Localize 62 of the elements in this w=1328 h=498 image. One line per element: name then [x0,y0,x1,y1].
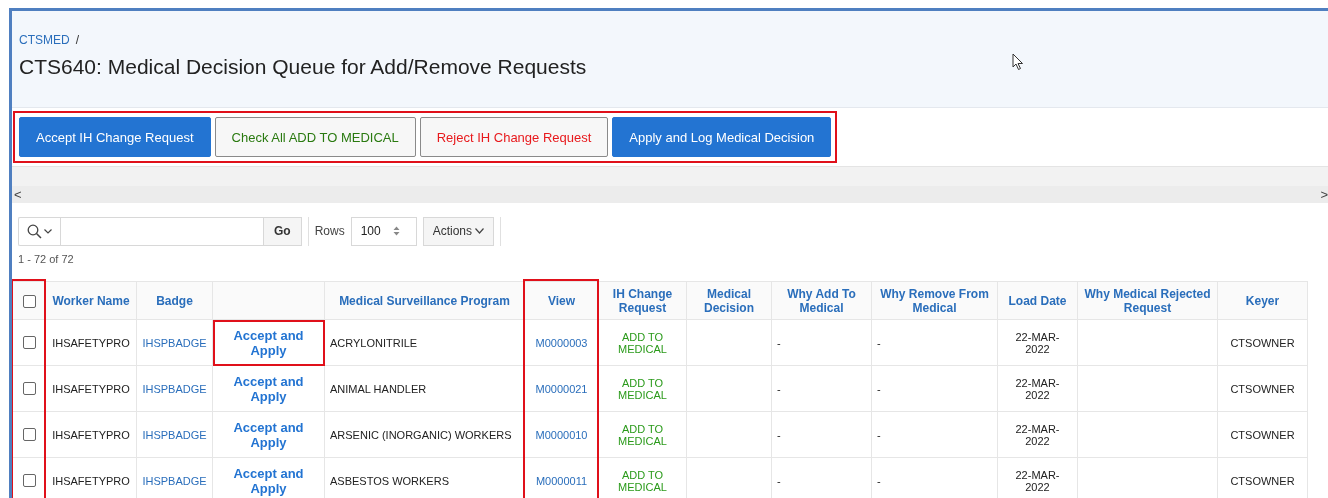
action-button[interactable]: Check All ADD TO MEDICAL [214,117,416,157]
date-text: 22-MAR-2022 [1014,376,1061,401]
status-text: ADD TO MEDICAL [617,468,668,493]
table-cell-text: - [877,336,881,349]
action-button[interactable]: Apply and Log Medical Decision [612,117,832,157]
chevron-down-icon [475,228,485,234]
scroll-right-arrow[interactable]: > [1320,186,1328,203]
mouse-cursor-icon [1012,53,1024,71]
status-text: ADD TO MEDICAL [617,422,668,447]
date-text: 22-MAR-2022 [1014,330,1061,355]
table-cell-text: CTSOWNER [1230,474,1295,487]
search-menu-button[interactable] [18,216,60,246]
date-text: 22-MAR-2022 [1014,468,1061,493]
action-button[interactable]: Reject IH Change Request [419,117,609,157]
rows-select[interactable]: 100 [350,216,417,246]
table-link[interactable]: M0000003 [535,336,588,349]
spinner-arrows-icon [392,226,400,236]
status-text: ADD TO MEDICAL [617,376,668,401]
table-cell-text: ASBESTOS WORKERS [330,474,449,487]
page-title: CTS640: Medical Decision Queue for Add/Remove Requests [19,55,587,79]
breadcrumb-separator: / [75,33,79,47]
actions-menu-button[interactable]: Actions [422,216,495,246]
scroll-left-arrow[interactable]: < [14,186,22,203]
table-link[interactable]: M0000021 [535,382,588,395]
table-cell-text: IHSAFETYPRO [52,382,130,395]
table-cell-text: - [877,382,881,395]
column-header[interactable]: Keyer [1245,293,1280,308]
horizontal-scrollbar[interactable]: < > [12,186,1328,203]
go-button[interactable]: Go [264,216,302,246]
column-header[interactable]: View [547,293,576,308]
table-cell-text: ARSENIC (INORGANIC) WORKERS [330,428,512,441]
status-text: ADD TO MEDICAL [617,330,668,355]
table-cell-text: CTSOWNER [1230,336,1295,349]
chevron-down-icon [44,228,52,234]
breadcrumb-link[interactable]: CTSMED [19,33,70,47]
table-cell-text: IHSAFETYPRO [52,336,130,349]
table-cell-text: - [777,474,781,487]
search-field[interactable] [60,216,264,246]
row-checkbox[interactable] [22,428,36,442]
table-cell-text: - [777,382,781,395]
column-header[interactable]: Badge [156,293,193,308]
table-cell-text: - [877,474,881,487]
row-checkbox[interactable] [22,382,36,396]
date-text: 22-MAR-2022 [1014,422,1061,447]
table-link[interactable]: M0000010 [535,428,588,441]
accept-apply-link[interactable]: Accept and Apply [223,327,314,358]
rows-label: Rows [314,224,345,238]
table-cell-text: - [777,336,781,349]
table-cell-text: IHSAFETYPRO [52,428,130,441]
table-cell-text: - [877,428,881,441]
pagination-text: 1 - 72 of 72 [17,252,75,267]
table-cell-text: - [777,428,781,441]
table-cell-text: ACRYLONITRILE [330,336,418,349]
row-checkbox[interactable] [22,336,36,350]
table-cell-text: IHSAFETYPRO [52,474,130,487]
table-cell-text: ANIMAL HANDLER [330,382,427,395]
table-cell-text: CTSOWNER [1230,428,1295,441]
select-all-checkbox[interactable] [22,294,36,308]
row-checkbox[interactable] [22,474,36,488]
action-button[interactable]: Accept IH Change Request [19,117,211,157]
table-cell-text: CTSOWNER [1230,382,1295,395]
search-icon [27,223,42,239]
